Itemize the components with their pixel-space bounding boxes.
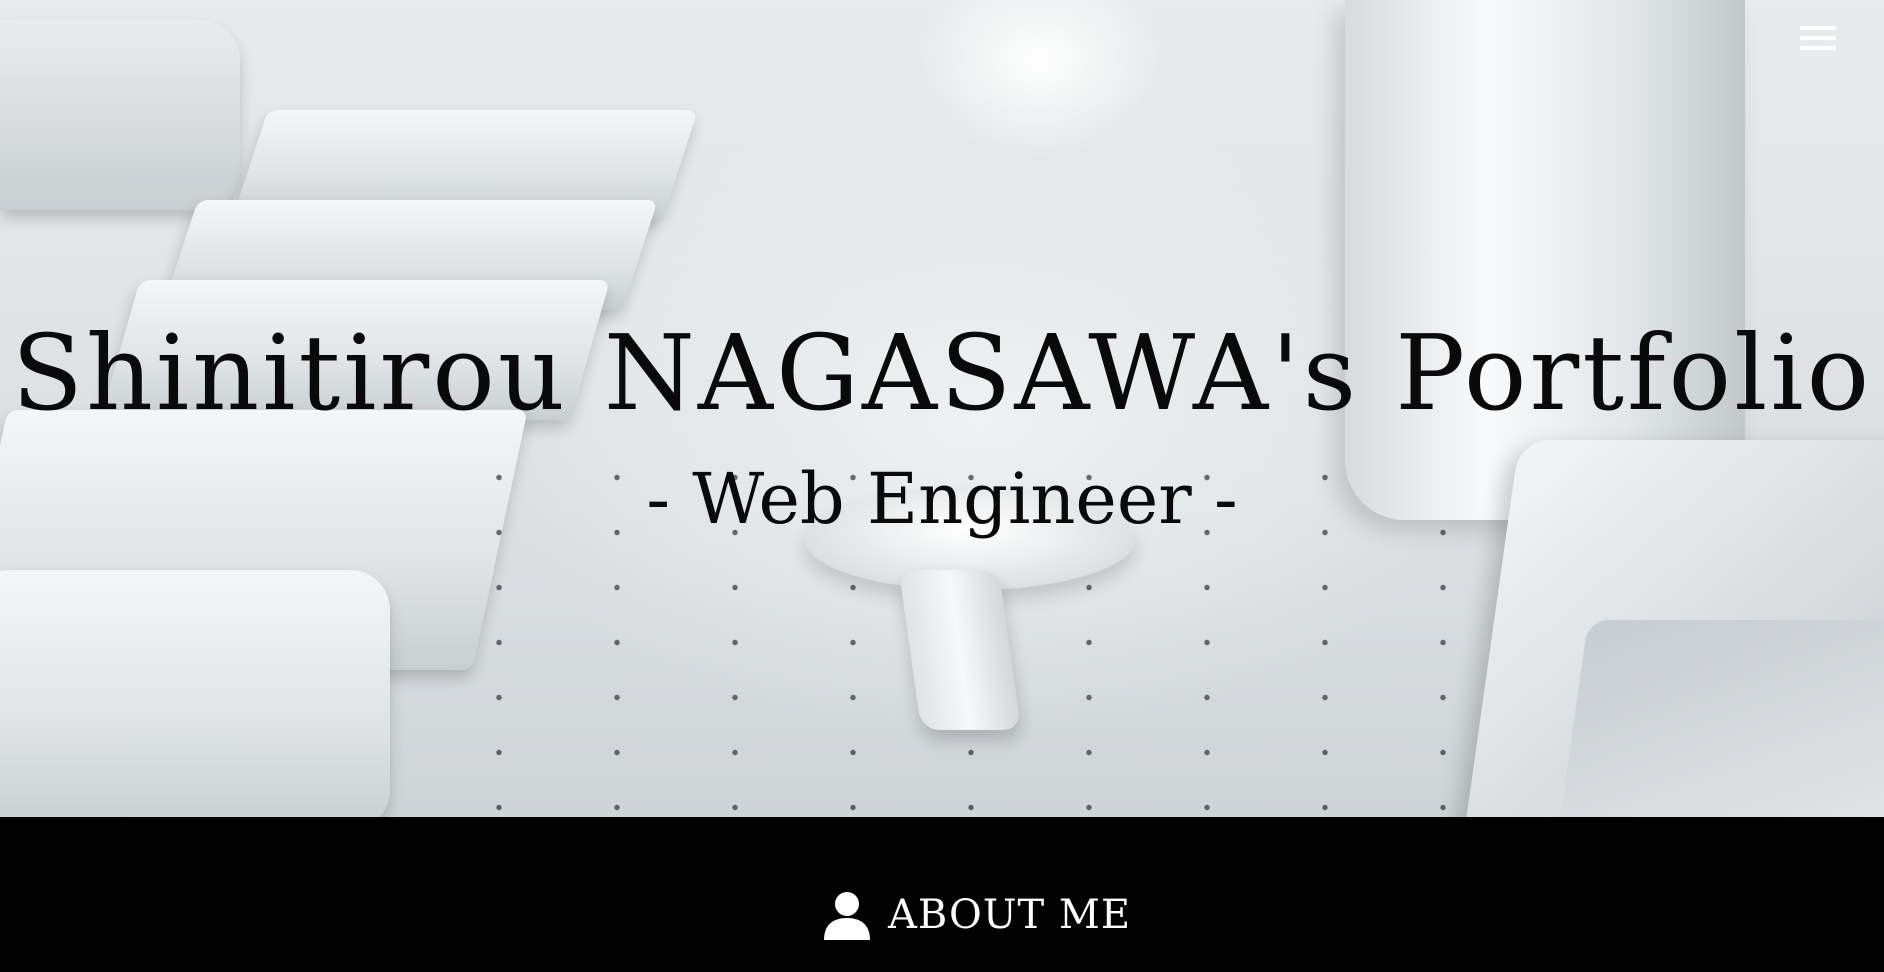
hamburger-menu-icon[interactable] (1800, 26, 1836, 56)
user-icon (824, 892, 870, 940)
page-title: Shinitirou NAGASAWA's Portfolio (11, 312, 1873, 434)
decorative-block (0, 20, 240, 210)
about-me-label: ABOUT ME (888, 892, 1132, 938)
decorative-tray-inner (1551, 620, 1884, 817)
decorative-block (0, 570, 390, 817)
page-subtitle: - Web Engineer - (646, 458, 1238, 540)
about-me-link[interactable]: ABOUT ME (822, 890, 1131, 940)
hero-banner: Shinitirou NAGASAWA's Portfolio - Web En… (0, 0, 1884, 817)
